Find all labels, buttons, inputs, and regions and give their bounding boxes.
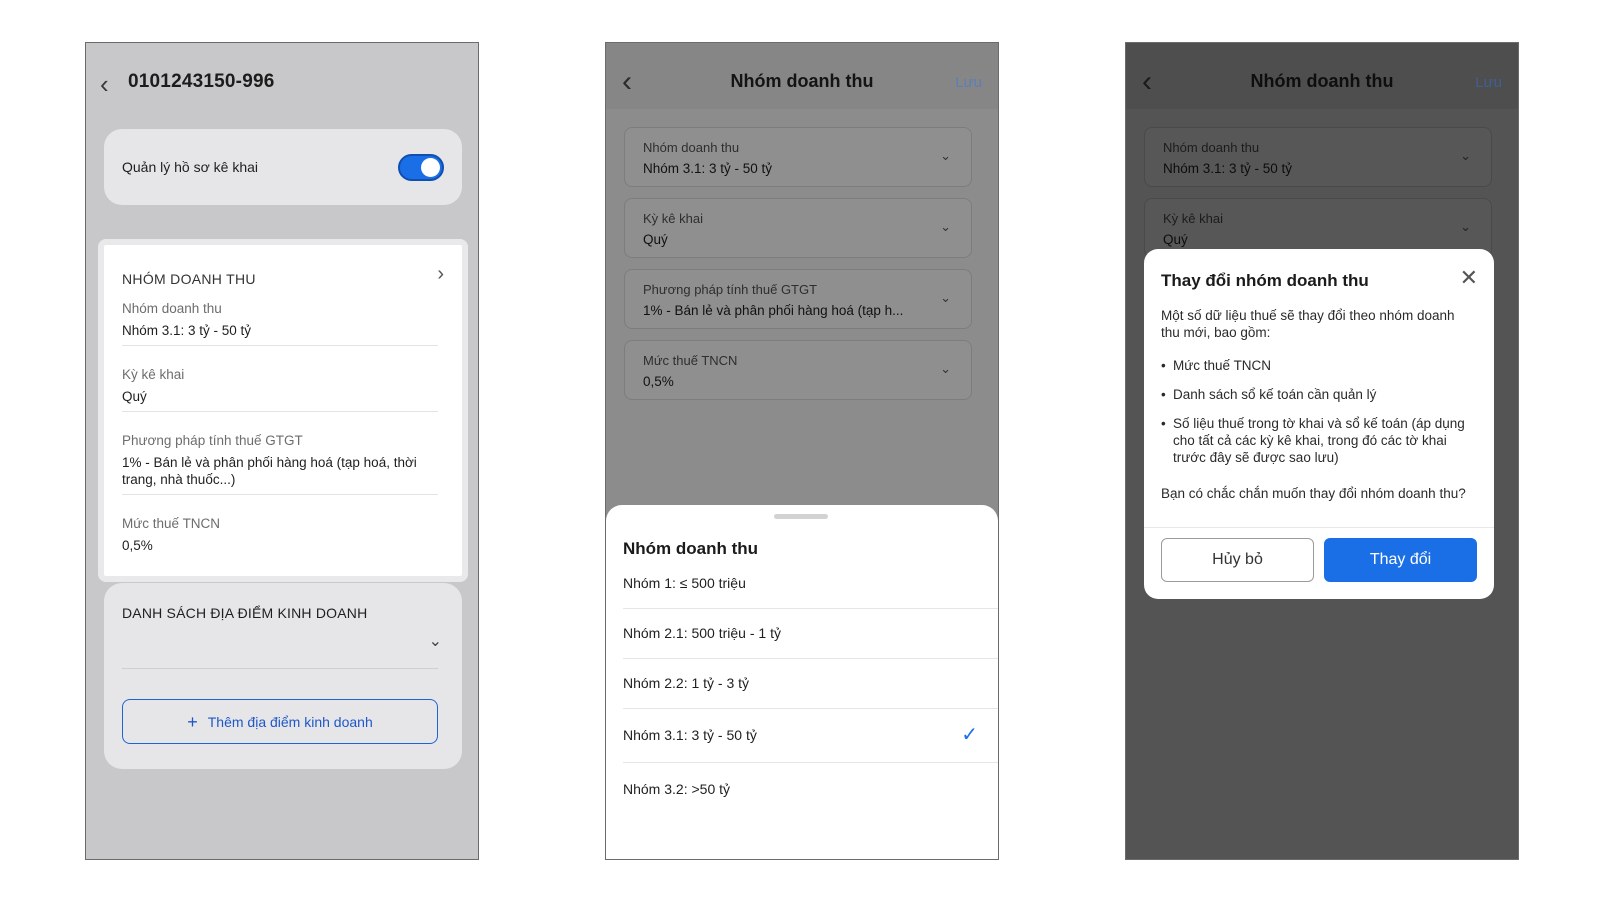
dialog-title: Thay đổi nhóm doanh thu [1161, 271, 1369, 290]
dropdown-value: Nhóm 3.1: 3 tỷ - 50 tỷ [643, 161, 773, 176]
revenue-section-heading: NHÓM DOANH THU [122, 271, 256, 287]
dropdown-value: 0,5% [643, 374, 674, 389]
divider [122, 668, 438, 669]
field-revenue-group: Nhóm doanh thu Nhóm 3.1: 3 tỷ - 50 tỷ [122, 301, 438, 339]
dropdown-label: Nhóm doanh thu [643, 140, 740, 155]
dropdown-label: Phương pháp tính thuế GTGT [643, 282, 818, 297]
business-locations-card: DANH SÁCH ĐỊA ĐIỂM KINH DOANH ⌄ + Thêm đ… [104, 583, 462, 769]
option-label: Nhóm 2.1: 500 triệu - 1 tỷ [623, 625, 781, 641]
option-label: Nhóm 3.2: >50 tỷ [623, 781, 731, 797]
close-icon[interactable]: ✕ [1460, 267, 1478, 289]
field-value: Quý [122, 389, 147, 404]
dropdown-label: Nhóm doanh thu [1163, 140, 1260, 155]
dropdown-value: Nhóm 3.1: 3 tỷ - 50 tỷ [1163, 161, 1293, 176]
option-label: Nhóm 3.1: 3 tỷ - 50 tỷ [623, 727, 757, 743]
option-label: Nhóm 1: ≤ 500 triệu [623, 575, 746, 591]
dropdown-declaration-period[interactable]: Kỳ kê khai Quý ⌄ [624, 198, 972, 258]
divider [122, 494, 438, 495]
chevron-down-icon: ⌄ [940, 219, 951, 234]
cancel-button[interactable]: Hủy bỏ [1161, 538, 1314, 582]
dropdown-label: Kỳ kê khai [643, 211, 703, 226]
dialog-question: Bạn có chắc chắn muốn thay đổi nhóm doan… [1161, 486, 1466, 501]
field-value: Nhóm 3.1: 3 tỷ - 50 tỷ [122, 323, 252, 338]
toggle-label: Quản lý hồ sơ kê khai [122, 159, 259, 175]
field-pit-rate: Mức thuế TNCN 0,5% [122, 516, 438, 554]
toggle-knob [421, 158, 440, 177]
check-icon: ✓ [961, 724, 978, 746]
chevron-down-icon: ⌄ [940, 361, 951, 376]
option-item[interactable]: Nhóm 2.2: 1 tỷ - 3 tỷ [606, 659, 998, 709]
field-value: 1% - Bán lẻ và phân phối hàng hoá (tạp h… [122, 455, 417, 487]
change-revenue-dialog: Thay đổi nhóm doanh thu ✕ Một số dữ liệu… [1144, 249, 1494, 599]
sheet-title: Nhóm doanh thu [623, 539, 759, 558]
save-button[interactable]: Lưu [1475, 74, 1502, 91]
locations-heading: DANH SÁCH ĐỊA ĐIỂM KINH DOANH [122, 605, 368, 621]
dropdown-value: 1% - Bán lẻ và phân phối hàng hoá (tạp h… [643, 303, 904, 318]
field-label: Nhóm doanh thu [122, 301, 222, 316]
field-label: Mức thuế TNCN [122, 516, 221, 531]
divider [122, 345, 438, 346]
sheet-drag-handle[interactable] [774, 514, 828, 519]
page-title: Nhóm doanh thu [1250, 71, 1394, 91]
dropdown-value: Quý [643, 232, 668, 247]
chevron-down-icon[interactable]: ⌄ [429, 631, 442, 651]
dialog-bullet-list: Mức thuế TNCN Danh sách sổ kế toán cần q… [1161, 357, 1477, 478]
header: ‹ Nhóm doanh thu Lưu [606, 43, 998, 109]
screen-profile: ‹ 0101243150-996 Quản lý hồ sơ kê khai N… [85, 42, 479, 860]
add-location-label: Thêm địa điểm kinh doanh [207, 713, 373, 730]
add-location-button[interactable]: + Thêm địa điểm kinh doanh [122, 699, 438, 744]
field-value: 0,5% [122, 538, 153, 553]
dropdown-value: Quý [1163, 232, 1188, 247]
option-item-selected[interactable]: Nhóm 3.1: 3 tỷ - 50 tỷ ✓ [606, 709, 998, 763]
divider [1144, 527, 1494, 528]
plus-icon: + [187, 711, 198, 732]
dropdown-label: Kỳ kê khai [1163, 211, 1223, 226]
manage-profile-toggle[interactable] [398, 154, 444, 181]
screen-revenue-picker: ‹ Nhóm doanh thu Lưu Nhóm doanh thu Nhóm… [605, 42, 999, 860]
dropdown-revenue-group[interactable]: Nhóm doanh thu Nhóm 3.1: 3 tỷ - 50 tỷ ⌄ [1144, 127, 1492, 187]
header: ‹ 0101243150-996 [86, 43, 478, 123]
manage-profile-card: Quản lý hồ sơ kê khai [104, 129, 462, 205]
option-item[interactable]: Nhóm 1: ≤ 500 triệu [606, 559, 998, 609]
option-label: Nhóm 2.2: 1 tỷ - 3 tỷ [623, 675, 750, 691]
bullet-item: Danh sách sổ kế toán cần quản lý [1161, 386, 1477, 403]
dropdown-vat-method[interactable]: Phương pháp tính thuế GTGT 1% - Bán lẻ v… [624, 269, 972, 329]
field-declaration-period: Kỳ kê khai Quý [122, 367, 438, 405]
dropdown-pit-rate[interactable]: Mức thuế TNCN 0,5% ⌄ [624, 340, 972, 400]
confirm-change-button[interactable]: Thay đổi [1324, 538, 1477, 582]
dialog-intro: Một số dữ liệu thuế sẽ thay đổi theo nhó… [1161, 308, 1455, 340]
header: ‹ Nhóm doanh thu Lưu [1126, 43, 1518, 109]
chevron-down-icon: ⌄ [1460, 148, 1471, 163]
field-label: Phương pháp tính thuế GTGT [122, 433, 303, 448]
dropdown-revenue-group[interactable]: Nhóm doanh thu Nhóm 3.1: 3 tỷ - 50 tỷ ⌄ [624, 127, 972, 187]
chevron-down-icon: ⌄ [1460, 219, 1471, 234]
option-item[interactable]: Nhóm 2.1: 500 triệu - 1 tỷ [606, 609, 998, 659]
back-chevron-icon[interactable]: ‹ [100, 71, 109, 97]
save-button[interactable]: Lưu [955, 74, 982, 91]
option-item[interactable]: Nhóm 3.2: >50 tỷ [606, 763, 998, 813]
revenue-group-card[interactable]: NHÓM DOANH THU › Nhóm doanh thu Nhóm 3.1… [98, 239, 468, 582]
page-title: 0101243150-996 [128, 71, 275, 92]
divider [122, 411, 438, 412]
chevron-right-icon[interactable]: › [437, 263, 444, 286]
bullet-item: Mức thuế TNCN [1161, 357, 1477, 374]
screen-change-confirm: ‹ Nhóm doanh thu Lưu Nhóm doanh thu Nhóm… [1125, 42, 1519, 860]
chevron-down-icon: ⌄ [940, 148, 951, 163]
page-title: Nhóm doanh thu [730, 71, 874, 91]
field-label: Kỳ kê khai [122, 367, 185, 382]
bottom-sheet: Nhóm doanh thu Nhóm 1: ≤ 500 triệu Nhóm … [606, 505, 998, 859]
bullet-item: Số liệu thuế trong tờ khai và sổ kế toán… [1161, 415, 1477, 466]
dropdown-label: Mức thuế TNCN [643, 353, 738, 368]
chevron-down-icon: ⌄ [940, 290, 951, 305]
field-vat-method: Phương pháp tính thuế GTGT 1% - Bán lẻ v… [122, 433, 438, 488]
